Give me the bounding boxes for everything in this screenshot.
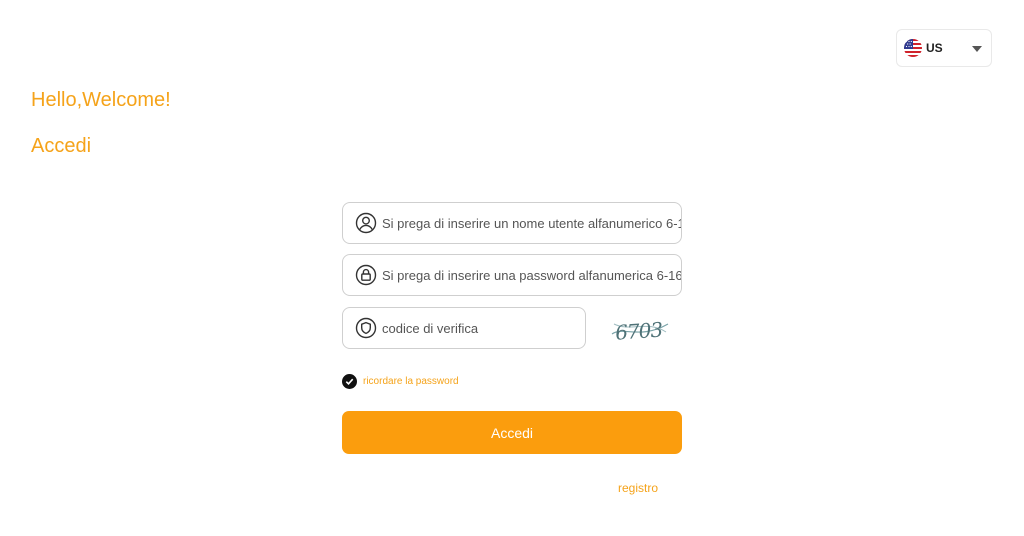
captcha-text: 6703 (614, 317, 663, 344)
verification-code-field[interactable] (342, 307, 586, 349)
page-title: Accedi (31, 135, 92, 157)
username-field[interactable] (342, 202, 682, 244)
remember-password[interactable]: ricordare la password (342, 374, 459, 389)
welcome-heading: Hello,Welcome! (31, 89, 171, 111)
username-input[interactable] (382, 203, 681, 243)
captcha-image[interactable]: 6703 (610, 310, 670, 346)
shield-icon (355, 317, 377, 339)
lock-icon (355, 264, 377, 286)
register-link[interactable]: registro (618, 481, 658, 495)
remember-password-label: ricordare la password (363, 376, 459, 387)
password-field[interactable] (342, 254, 682, 296)
language-selector[interactable]: US (896, 29, 992, 67)
verification-code-input[interactable] (382, 308, 585, 348)
password-input[interactable] (382, 255, 681, 295)
login-button[interactable]: Accedi (342, 411, 682, 454)
language-code: US (926, 41, 943, 55)
caret-down-icon (972, 46, 982, 52)
checkbox-checked-icon[interactable] (342, 374, 357, 389)
us-flag-icon (904, 39, 922, 57)
user-icon (355, 212, 377, 234)
